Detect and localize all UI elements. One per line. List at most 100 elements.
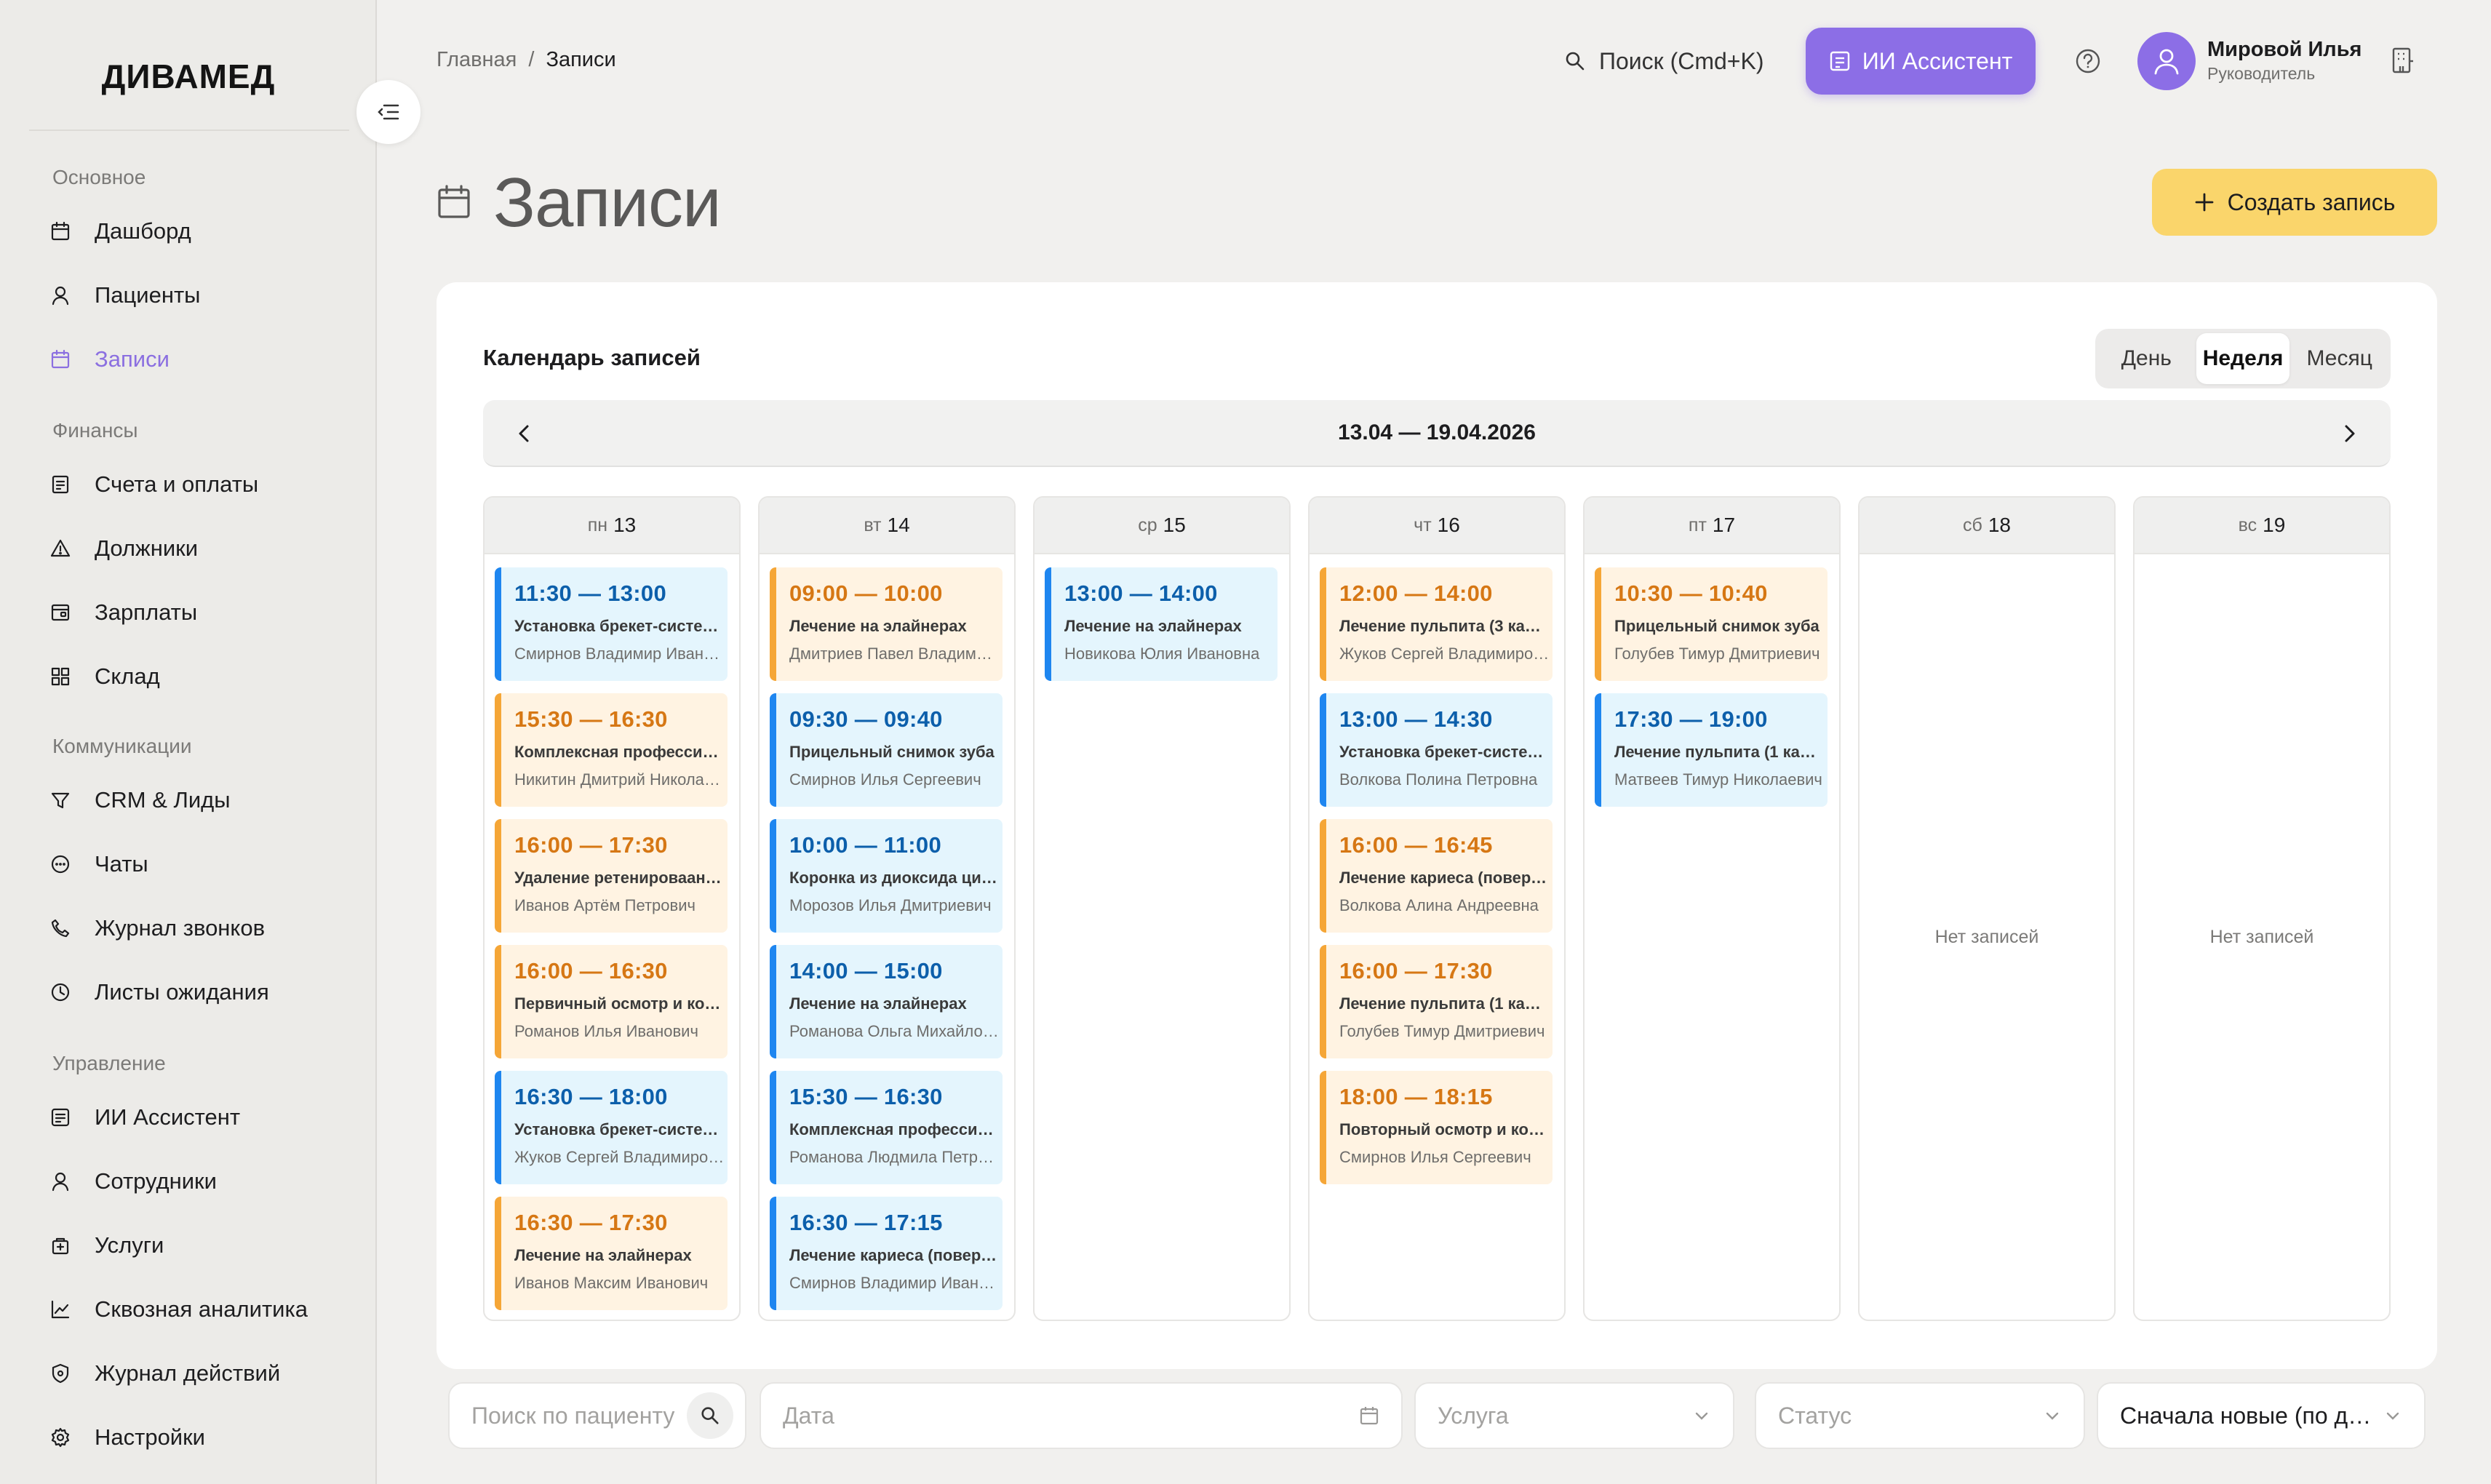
view-week-button[interactable]: Неделя (2196, 333, 2290, 384)
sidebar-item[interactable]: Записи (48, 338, 170, 381)
appointment-card[interactable]: 15:30 — 16:30 Комплексная профессиональна… (770, 1071, 1003, 1184)
appointment-card[interactable]: 17:30 — 19:00 Лечение пульпита (1 канал) М… (1595, 693, 1828, 807)
day-header[interactable]: пн 13 (485, 498, 739, 554)
sidebar: ДИВАМЕД Основное Дашборд Пациенты Записи Фин… (0, 0, 377, 1484)
sidebar-item[interactable]: Должники (48, 527, 198, 570)
appointment-card[interactable]: 16:00 — 16:45 Лечение кариеса (поверхност… (1320, 819, 1553, 933)
appointment-card[interactable]: 09:30 — 09:40 Прицельный снимок зуба Смирн… (770, 693, 1003, 807)
sidebar-item[interactable]: Услуги (48, 1224, 164, 1267)
appointment-card[interactable]: 16:00 — 17:30 Лечение пульпита (1 канал) Г… (1320, 945, 1553, 1058)
sidebar-item[interactable]: Сквозная аналитика (48, 1288, 308, 1331)
phone-icon (48, 916, 73, 941)
sidebar-item[interactable]: Пациенты (48, 274, 200, 317)
breadcrumb-home[interactable]: Главная (437, 48, 517, 72)
help-icon[interactable] (2073, 47, 2103, 76)
clinic-building-icon[interactable] (2391, 47, 2415, 74)
day-header[interactable]: вс 19 (2135, 498, 2389, 554)
appointment-time: 16:30 — 17:30 (514, 1210, 668, 1235)
day-header[interactable]: чт 16 (1310, 498, 1564, 554)
warning-icon (48, 536, 73, 561)
day-of-week: сб (1963, 514, 1982, 535)
sort-select[interactable]: Сначала новые (по дате) (2097, 1382, 2426, 1449)
appointment-time: 09:30 — 09:40 (789, 706, 943, 732)
day-number: 18 (1988, 514, 2011, 536)
patient-search-button[interactable] (687, 1392, 733, 1439)
appointment-card[interactable]: 13:00 — 14:00 Лечение на элайнерах Новиков… (1045, 567, 1278, 681)
sidebar-collapse-button[interactable] (356, 80, 421, 144)
global-search-button[interactable]: Поиск (Cmd+K) (1564, 42, 1763, 80)
appointment-service: Прицельный снимок зуба (789, 743, 995, 761)
day-header[interactable]: пт 17 (1585, 498, 1839, 554)
day-header[interactable]: ср 15 (1035, 498, 1289, 554)
shield-icon (48, 1361, 73, 1386)
sidebar-item-label: Услуги (95, 1232, 164, 1258)
create-appointment-button[interactable]: Создать запись (2152, 169, 2437, 236)
appointment-card[interactable]: 12:00 — 14:00 Лечение пульпита (3 канала)… (1320, 567, 1553, 681)
appointment-card[interactable]: 10:00 — 11:00 Коронка из диоксида циркони… (770, 819, 1003, 933)
sidebar-item[interactable]: Настройки (48, 1416, 205, 1459)
sidebar-item[interactable]: CRM & Лиды (48, 778, 231, 822)
appointment-service: Лечение кариеса (поверхностный) (789, 1246, 1000, 1264)
appointment-patient: Романов Илья Иванович (514, 1022, 698, 1040)
appointment-card[interactable]: 14:00 — 15:00 Лечение на элайнерах Романов… (770, 945, 1003, 1058)
sidebar-item[interactable]: Чаты (48, 842, 148, 886)
sidebar-item[interactable]: ИИ Ассистент (48, 1096, 240, 1139)
appointment-time: 18:00 — 18:15 (1339, 1084, 1493, 1109)
day-number: 15 (1163, 514, 1186, 536)
appointment-card[interactable]: 09:00 — 10:00 Лечение на элайнерах Дмитрие… (770, 567, 1003, 681)
date-filter-input[interactable]: Дата (760, 1382, 1403, 1449)
service-filter-select[interactable]: Услуга (1414, 1382, 1734, 1449)
appointment-card[interactable]: 16:00 — 16:30 Первичный осмотр и консульт… (495, 945, 728, 1058)
appointment-service: Комплексная профессиональная гигиена (514, 743, 725, 761)
appointment-card[interactable]: 16:30 — 17:15 Лечение кариеса (поверхност… (770, 1197, 1003, 1310)
sidebar-item[interactable]: Склад (48, 655, 160, 698)
view-day-button[interactable]: День (2100, 333, 2193, 384)
sidebar-item-label: Должники (95, 535, 199, 561)
user-name[interactable]: Мировой Илья (2207, 38, 2362, 62)
chevron-right-icon[interactable] (2335, 419, 2364, 448)
clock-icon (48, 980, 73, 1005)
sidebar-item[interactable]: Зарплаты (48, 591, 197, 634)
sidebar-item[interactable]: Журнал звонков (48, 906, 265, 950)
appointment-card[interactable]: 16:30 — 18:00 Установка брекет-системы Жук… (495, 1071, 728, 1184)
appointment-service: Прицельный снимок зуба (1614, 617, 1820, 635)
ai-assistant-button[interactable]: ИИ Ассистент (1806, 28, 2036, 95)
sidebar-item-label: Журнал звонков (95, 915, 266, 941)
day-header[interactable]: вт 14 (760, 498, 1014, 554)
appointment-card[interactable]: 10:30 — 10:40 Прицельный снимок зуба Голуб… (1595, 567, 1828, 681)
patient-search-input[interactable]: Поиск по пациенту (448, 1382, 746, 1449)
ai-assistant-label: ИИ Ассистент (1862, 47, 2013, 74)
appointment-patient: Иванов Максим Иванович (514, 1274, 709, 1292)
breadcrumb-current: Записи (546, 48, 616, 71)
appointment-patient: Никитин Дмитрий Николаевич (514, 770, 725, 789)
appointment-card[interactable]: 16:00 — 17:30 Удаление ретенировааного зу… (495, 819, 728, 933)
sidebar-item[interactable]: Счета и оплаты (48, 463, 258, 506)
sidebar-item[interactable]: Журнал действий (48, 1352, 280, 1395)
week-navigation: 13.04 — 19.04.2026 (483, 400, 2391, 467)
appointment-card[interactable]: 16:30 — 17:30 Лечение на элайнерах Иванов … (495, 1197, 728, 1310)
day-of-week: вт (864, 514, 882, 535)
appointment-patient: Жуков Сергей Владимирович (514, 1148, 725, 1166)
day-header[interactable]: сб 18 (1860, 498, 2114, 554)
sidebar-item[interactable]: Сотрудники (48, 1160, 217, 1203)
service-filter-placeholder: Услуга (1438, 1402, 1509, 1429)
appointment-service: Лечение на элайнерах (1064, 617, 1242, 635)
sidebar-item-label: Склад (95, 663, 160, 689)
view-month-button[interactable]: Месяц (2292, 333, 2386, 384)
sidebar-item-label: Счета и оплаты (95, 471, 259, 497)
appointment-card[interactable]: 13:00 — 14:30 Установка брекет-системы Вол… (1320, 693, 1553, 807)
sidebar-item[interactable]: Листы ожидания (48, 970, 269, 1014)
sidebar-item-label: Дашборд (95, 218, 191, 244)
appointment-patient: Морозов Илья Дмитриевич (789, 896, 992, 914)
appointment-patient: Смирнов Илья Сергеевич (789, 770, 981, 789)
appointment-card[interactable]: 18:00 — 18:15 Повторный осмотр и консульт… (1320, 1071, 1553, 1184)
appointment-card[interactable]: 15:30 — 16:30 Комплексная профессиональна… (495, 693, 728, 807)
appointment-card[interactable]: 11:30 — 13:00 Установка брекет-системы Сми… (495, 567, 728, 681)
plus-icon (2195, 193, 2213, 212)
appointment-time: 15:30 — 16:30 (789, 1084, 943, 1109)
app-logo[interactable]: ДИВАМЕД (0, 57, 377, 96)
sidebar-item[interactable]: Дашборд (48, 210, 191, 253)
status-filter-select[interactable]: Статус (1755, 1382, 2085, 1449)
create-appointment-label: Создать запись (2227, 188, 2396, 215)
user-avatar[interactable] (2137, 32, 2196, 90)
